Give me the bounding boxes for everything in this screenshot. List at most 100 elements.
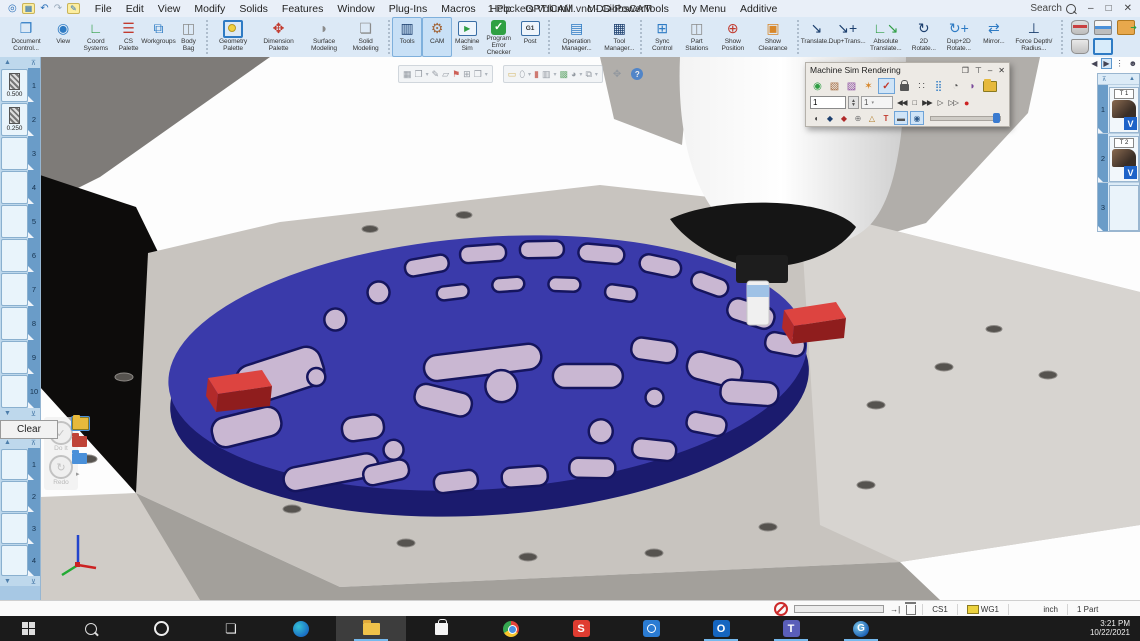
minimize-button[interactable]: – xyxy=(1088,3,1094,14)
coordinate-system-indicator[interactable]: CS1 xyxy=(929,605,951,614)
palette-close-icon[interactable]: ✕ xyxy=(998,66,1005,75)
axis-priority-icon[interactable]: ∷ xyxy=(914,79,929,93)
go-to-end-button[interactable]: ▶▶ xyxy=(920,98,934,107)
pin-icon[interactable]: ⊤ xyxy=(975,66,982,75)
tool-list-scroll-up[interactable]: ▲ ⊼ xyxy=(0,57,40,68)
maximize-button[interactable]: □ xyxy=(1106,3,1112,14)
menu-plugins[interactable]: Plug-Ins xyxy=(382,2,435,16)
tool-tab[interactable]: 4 xyxy=(28,170,40,204)
gibbscam-taskbar-button[interactable]: G xyxy=(826,616,896,641)
stock-cube-icon[interactable] xyxy=(1092,38,1113,55)
text-display-icon[interactable]: T xyxy=(880,112,892,124)
palette-minimize-icon[interactable]: – xyxy=(988,66,992,75)
chrome-button[interactable] xyxy=(476,616,546,641)
material-removal-icon[interactable]: ▧ xyxy=(827,79,842,93)
target-mode-icon[interactable]: ⊕ xyxy=(852,112,864,124)
close-button[interactable]: ✕ xyxy=(1124,3,1132,14)
taskbar-clock[interactable]: 3:21 PM 10/22/2021 xyxy=(1090,616,1140,641)
report-icon[interactable]: ▨ xyxy=(844,79,859,93)
tombstone-icon[interactable] xyxy=(1070,39,1089,54)
units-indicator[interactable]: inch xyxy=(1015,605,1061,614)
save-icon[interactable]: ▦ xyxy=(21,3,36,14)
cube-display-icon[interactable]: ▩ xyxy=(559,69,568,80)
edge-button[interactable] xyxy=(266,616,336,641)
op-number[interactable]: 2 xyxy=(1098,134,1108,182)
solid-modeling-button[interactable]: ❏ Solid Modeling xyxy=(346,17,385,57)
op-number[interactable]: 3 xyxy=(1098,183,1108,231)
expand-icon[interactable]: ⊻ xyxy=(31,410,36,418)
geometry-palette-button[interactable]: Geometry Palette xyxy=(211,17,256,57)
group-tab[interactable]: 4 xyxy=(28,544,40,576)
collision-check-icon[interactable]: ✶ xyxy=(861,79,876,93)
tool-tab[interactable]: 8 xyxy=(28,306,40,340)
tool-slot-3[interactable]: 3 xyxy=(0,136,40,170)
dimension-palette-button[interactable]: ✥ Dimension Palette xyxy=(255,17,301,57)
group-slot-1[interactable]: 1 xyxy=(0,448,40,480)
go-to-start-button[interactable]: ◀◀ xyxy=(895,98,909,107)
dup-rotate-2d-button[interactable]: ↻+ Dup+2D Rotate... xyxy=(939,17,979,57)
file-explorer-button[interactable] xyxy=(336,616,406,641)
play-button[interactable]: ▷ xyxy=(936,98,945,107)
new-window-tool-icon[interactable]: ❐ xyxy=(474,69,482,80)
menu-features[interactable]: Features xyxy=(275,2,330,16)
tool-manager-button[interactable]: ▦ Tool Manager... xyxy=(601,17,638,57)
menu-opticam[interactable]: OPTICAM xyxy=(518,2,580,16)
show-position-button[interactable]: ⊕ Show Position xyxy=(714,17,752,57)
stop-button[interactable]: □ xyxy=(911,98,919,107)
record-button[interactable]: ● xyxy=(962,98,970,108)
scroll-up-icon[interactable]: ▲ xyxy=(4,439,11,446)
inspect-icon[interactable]: ◔ xyxy=(948,79,963,93)
post-button[interactable]: G1 Post xyxy=(515,17,545,57)
surface-modeling-button[interactable]: ◗ Surface Modeling xyxy=(302,17,347,57)
layers-display-icon[interactable]: ⧉ xyxy=(585,69,591,80)
tool-display-icon[interactable]: ◗ xyxy=(965,79,980,93)
document-control-button[interactable]: ❐ Document Control... xyxy=(4,17,48,57)
op-list-scroll-up[interactable]: ⊼ ▲ xyxy=(1098,74,1139,84)
markup-tool-icon[interactable]: ✎ xyxy=(432,69,440,80)
customize-icon[interactable]: ✎ xyxy=(67,3,80,14)
tools-button[interactable]: ▥ Tools xyxy=(392,17,423,57)
operation-tile-3[interactable]: 3 xyxy=(1098,182,1139,231)
coord-systems-button[interactable]: ∟ Coord Systems xyxy=(78,17,113,57)
group-tab[interactable]: 1 xyxy=(28,448,40,480)
stock-cylinder-icon[interactable] xyxy=(1070,20,1089,35)
search-control[interactable]: Search xyxy=(1030,3,1076,14)
app-logo-icon[interactable]: ◎ xyxy=(8,3,17,14)
tool-tab[interactable]: 1 xyxy=(28,68,40,102)
frame-input[interactable] xyxy=(810,96,846,109)
machine-sim-button[interactable]: ▶ Machine Sim xyxy=(452,17,482,57)
palette-title-bar[interactable]: Machine Sim Rendering ❐ ⊤ – ✕ xyxy=(806,63,1009,77)
clipboard-tool-icon[interactable]: ❐ xyxy=(415,69,423,80)
yellow-folder-icon[interactable] xyxy=(71,415,90,431)
menu-file[interactable]: File xyxy=(88,2,119,16)
image-tool-icon[interactable]: ▦ xyxy=(403,69,412,80)
traffic-light-icon[interactable]: ⣿ xyxy=(931,79,946,93)
menu-mdd-powertools[interactable]: MDD-PowerTools xyxy=(580,2,676,16)
mirror-button[interactable]: ⇄ Mirror... xyxy=(979,17,1009,57)
fast-forward-button[interactable]: ▷▷ xyxy=(946,98,960,107)
tool-slot-7[interactable]: 7 xyxy=(0,272,40,306)
cascade-icon[interactable]: ❐ xyxy=(962,66,969,75)
force-depth-radius-button[interactable]: ⊥ Force Depth/ Radius... xyxy=(1009,17,1059,57)
sync-control-button[interactable]: ⊞ Sync Control xyxy=(645,17,680,57)
menu-edit[interactable]: Edit xyxy=(119,2,151,16)
rotate-2d-button[interactable]: ↻ 2D Rotate... xyxy=(909,17,939,57)
tool-slot-8[interactable]: 8 xyxy=(0,306,40,340)
outlook-button[interactable]: O xyxy=(686,616,756,641)
cylinder-display-icon[interactable]: ⬯ xyxy=(519,69,525,80)
view-button[interactable]: ◉ View xyxy=(48,17,78,57)
op-number[interactable]: 1 xyxy=(1098,85,1108,133)
menu-solids[interactable]: Solids xyxy=(232,2,275,16)
operator-icon[interactable]: ☻ xyxy=(1128,59,1138,68)
collapse-icon[interactable]: ⊼ xyxy=(31,59,36,67)
tool-tab[interactable]: 7 xyxy=(28,272,40,306)
magnifier-app-button[interactable] xyxy=(616,616,686,641)
menu-modify[interactable]: Modify xyxy=(187,2,232,16)
operation-tile-2[interactable]: 2 T 2 V xyxy=(1098,133,1139,182)
frame-spinner[interactable]: ▲ ▼ xyxy=(848,96,859,109)
window-tool-icon[interactable]: ⊞ xyxy=(463,69,471,80)
tool-list-scroll-down[interactable]: ▼ ⊻ xyxy=(0,408,40,419)
body-bag-button[interactable]: ◫ Body Bag xyxy=(173,17,203,57)
tool-tab[interactable]: 6 xyxy=(28,238,40,272)
menu-help[interactable]: Help xyxy=(483,2,519,16)
